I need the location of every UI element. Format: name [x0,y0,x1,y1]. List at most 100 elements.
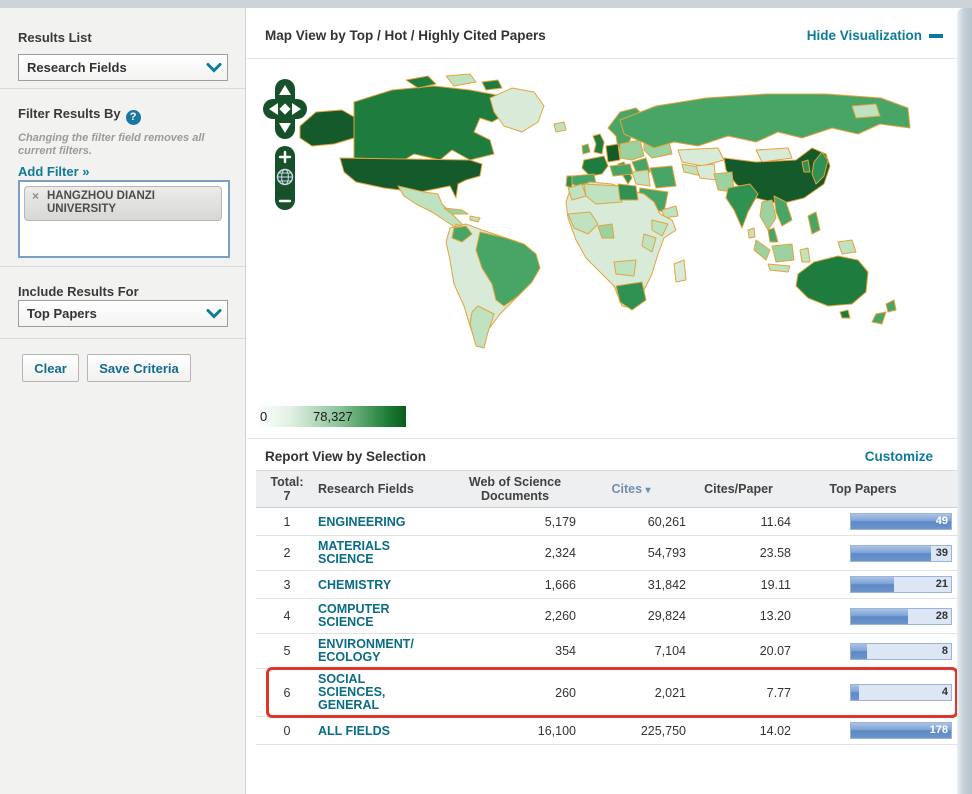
top-papers-bar-fill [851,577,894,592]
top-papers-bar: 178 [850,722,952,739]
column-research-fields: Research Fields [318,482,454,496]
row-rank: 0 [256,724,318,738]
row-rank: 4 [256,609,318,623]
top-papers-value: 28 [936,610,948,622]
report-table: Total: 7 Research Fields Web of Science … [256,470,957,745]
table-row: 0 ALL FIELDS 16,100 225,750 14.02 178 [256,717,957,745]
field-link[interactable]: MATERIALS SCIENCE [318,540,422,566]
row-cites-per-paper: 14.02 [686,724,791,738]
zoom-control [275,146,295,210]
results-list-selected-value: Research Fields [19,60,201,75]
row-docs: 1,666 [454,578,576,592]
collapse-minus-icon [929,34,943,38]
row-docs: 16,100 [454,724,576,738]
row-rank: 6 [256,686,318,700]
column-cites-per-paper: Cites/Paper [686,482,791,496]
field-link[interactable]: SOCIAL SCIENCES, GENERAL [318,673,422,712]
table-row: 6 SOCIAL SCIENCES, GENERAL 260 2,021 7.7… [256,669,957,717]
customize-link[interactable]: Customize [865,449,933,464]
top-papers-bar-fill [851,546,931,561]
divider [0,338,245,339]
results-list-heading: Results List [18,30,92,45]
filter-tag: × HANGZHOU DIANZI UNIVERSITY [24,186,222,221]
scrollbar[interactable] [957,8,972,794]
top-papers-value: 21 [936,578,948,590]
pan-control [263,79,307,139]
divider [247,438,957,439]
sort-desc-icon: ▾ [646,485,651,496]
results-list-select[interactable]: Research Fields [18,54,228,81]
row-rank: 3 [256,578,318,592]
table-row: 3 CHEMISTRY 1,666 31,842 19.11 21 [256,571,957,599]
field-link[interactable]: ENGINEERING [318,516,422,529]
top-papers-bar-fill [851,644,867,659]
column-cites-sort[interactable]: Cites ▾ [576,482,686,496]
top-papers-value: 8 [942,645,948,657]
column-wos-documents: Web of Science Documents [454,475,576,503]
sidebar: Results List Research Fields Filter Resu… [0,8,246,794]
row-cites: 2,021 [576,686,686,700]
top-papers-bar-fill [851,685,859,700]
map-view-title: Map View by Top / Hot / Highly Cited Pap… [265,28,546,43]
clear-button[interactable]: Clear [22,354,79,382]
row-docs: 2,260 [454,609,576,623]
row-docs: 260 [454,686,576,700]
row-rank: 5 [256,644,318,658]
map-controls[interactable] [262,78,308,212]
report-view-title: Report View by Selection [265,449,426,464]
esi-page: Results List Research Fields Filter Resu… [0,0,972,794]
field-link[interactable]: CHEMISTRY [318,579,422,592]
row-cites: 54,793 [576,546,686,560]
top-papers-value: 39 [936,547,948,559]
field-link[interactable]: ENVIRONMENT/ECOLOGY [318,638,422,664]
row-docs: 2,324 [454,546,576,560]
filter-note: Changing the filter field removes all cu… [18,132,220,158]
include-results-selected-value: Top Papers [19,306,201,321]
field-link[interactable]: COMPUTER SCIENCE [318,603,422,629]
report-rows: 1 ENGINEERING 5,179 60,261 11.64 49 2 MA… [256,508,957,745]
top-papers-bar: 8 [850,643,952,660]
row-cites: 29,824 [576,609,686,623]
row-rank: 2 [256,546,318,560]
top-papers-bar: 4 [850,684,952,701]
divider [0,88,245,89]
row-cites-per-paper: 23.58 [686,546,791,560]
active-filters-box: × HANGZHOU DIANZI UNIVERSITY [18,180,230,258]
row-cites-per-paper: 7.77 [686,686,791,700]
divider [0,266,245,267]
field-link[interactable]: ALL FIELDS [318,725,422,738]
row-docs: 354 [454,644,576,658]
include-results-select[interactable]: Top Papers [18,300,228,327]
top-papers-bar: 49 [850,513,952,530]
column-total: Total: 7 [256,475,318,503]
table-header-row: Total: 7 Research Fields Web of Science … [256,470,957,508]
table-row: 1 ENGINEERING 5,179 60,261 11.64 49 [256,508,957,536]
filter-results-heading: Filter Results By? [18,106,141,125]
world-choropleth-map[interactable] [256,62,956,400]
include-results-heading: Include Results For [18,284,139,299]
filter-tag-label: HANGZHOU DIANZI UNIVERSITY [47,190,155,215]
row-cites-per-paper: 13.20 [686,609,791,623]
row-cites-per-paper: 11.64 [686,515,791,529]
remove-filter-icon[interactable]: × [32,190,39,203]
help-icon[interactable]: ? [126,110,141,125]
column-top-papers: Top Papers [791,482,957,496]
save-criteria-button[interactable]: Save Criteria [87,354,191,382]
top-papers-bar: 39 [850,545,952,562]
row-docs: 5,179 [454,515,576,529]
main-panel: Map View by Top / Hot / Highly Cited Pap… [247,8,957,794]
top-papers-bar-fill [851,609,908,624]
top-strip [0,0,972,8]
row-cites-per-paper: 20.07 [686,644,791,658]
row-cites: 225,750 [576,724,686,738]
map-legend: 0 78,327 [257,406,406,427]
top-papers-value: 178 [930,724,948,736]
row-cites: 60,261 [576,515,686,529]
chevron-down-icon [201,309,227,319]
table-row: 2 MATERIALS SCIENCE 2,324 54,793 23.58 3… [256,536,957,571]
table-row: 5 ENVIRONMENT/ECOLOGY 354 7,104 20.07 8 [256,634,957,669]
hide-visualization-link[interactable]: Hide Visualization [807,28,943,43]
legend-min: 0 [260,409,267,424]
row-cites: 31,842 [576,578,686,592]
add-filter-link[interactable]: Add Filter » [18,164,90,179]
